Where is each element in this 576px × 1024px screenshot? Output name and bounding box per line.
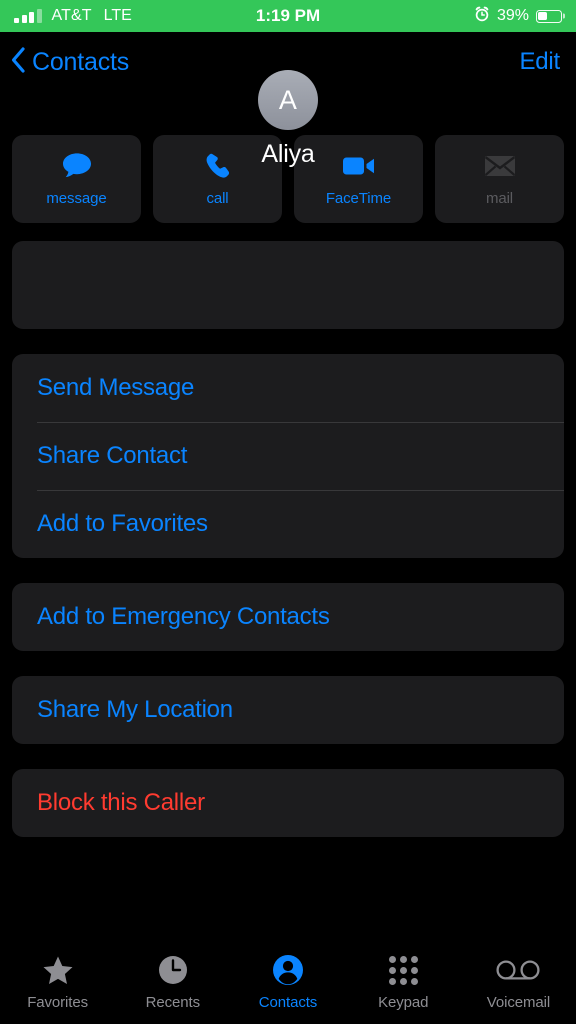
status-bar-right: 39% [474,6,562,27]
keypad-icon [389,954,418,986]
message-bubble-icon [60,151,94,181]
block-this-caller-row[interactable]: Block this Caller [12,769,564,837]
share-my-location-row[interactable]: Share My Location [12,676,564,744]
share-contact-row[interactable]: Share Contact [12,422,564,490]
add-to-emergency-contacts-row[interactable]: Add to Emergency Contacts [12,583,564,651]
network-type-label: LTE [104,7,132,25]
avatar[interactable]: A [258,70,318,130]
tab-bar: Favorites Recents Contacts [0,940,576,1024]
share-location-group: Share My Location [12,676,564,744]
add-to-favorites-row[interactable]: Add to Favorites [12,490,564,558]
tab-favorites[interactable]: Favorites [0,954,115,1011]
chevron-left-icon [10,46,26,79]
video-camera-icon [341,151,377,181]
block-this-caller-label: Block this Caller [37,789,205,817]
message-action-button[interactable]: message [12,135,141,223]
envelope-icon [483,151,517,181]
share-my-location-label: Share My Location [37,696,233,724]
status-bar: AT&T LTE 1:19 PM 39% [0,0,576,32]
contact-info-card[interactable] [12,241,564,329]
tab-contacts[interactable]: Contacts [230,954,345,1011]
facetime-action-label: FaceTime [326,190,391,207]
send-message-label: Send Message [37,374,194,402]
send-message-row[interactable]: Send Message [12,354,564,422]
contact-detail-content: message call FaceTime [0,94,576,940]
back-button[interactable]: Contacts [10,46,129,79]
tab-voicemail-label: Voicemail [487,994,550,1011]
facetime-action-button[interactable]: FaceTime [294,135,423,223]
share-contact-label: Share Contact [37,442,187,470]
battery-percent-label: 39% [497,7,529,25]
add-to-favorites-label: Add to Favorites [37,510,208,538]
mail-action-button[interactable]: mail [435,135,564,223]
edit-button[interactable]: Edit [519,48,560,76]
emergency-contacts-group: Add to Emergency Contacts [12,583,564,651]
clock-icon [158,954,188,986]
quick-actions-row: message call FaceTime [12,135,564,223]
block-caller-group: Block this Caller [12,769,564,837]
carrier-label: AT&T [52,7,92,25]
tab-favorites-label: Favorites [27,994,88,1011]
message-action-label: message [46,190,106,207]
star-icon [42,954,74,986]
phone-handset-icon [203,151,233,181]
status-bar-left: AT&T LTE [14,7,132,25]
tab-keypad[interactable]: Keypad [346,954,461,1011]
alarm-clock-icon [474,6,490,27]
mail-action-label: mail [486,190,513,207]
back-button-label: Contacts [32,48,129,77]
contact-actions-group: Send Message Share Contact Add to Favori… [12,354,564,558]
tab-recents-label: Recents [146,994,200,1011]
tab-contacts-label: Contacts [259,994,317,1011]
battery-icon [536,10,562,23]
cellular-signal-icon [14,9,42,23]
tab-voicemail[interactable]: Voicemail [461,954,576,1011]
call-action-label: call [206,190,228,207]
add-to-emergency-contacts-label: Add to Emergency Contacts [37,603,330,631]
tab-keypad-label: Keypad [378,994,428,1011]
call-action-button[interactable]: call [153,135,282,223]
person-icon [273,954,303,986]
tab-recents[interactable]: Recents [115,954,230,1011]
navigation-bar: Contacts Edit A Aliya [0,32,576,94]
phone-screen: AT&T LTE 1:19 PM 39% [0,0,576,1024]
voicemail-icon [495,954,541,986]
avatar-initials: A [279,87,297,114]
